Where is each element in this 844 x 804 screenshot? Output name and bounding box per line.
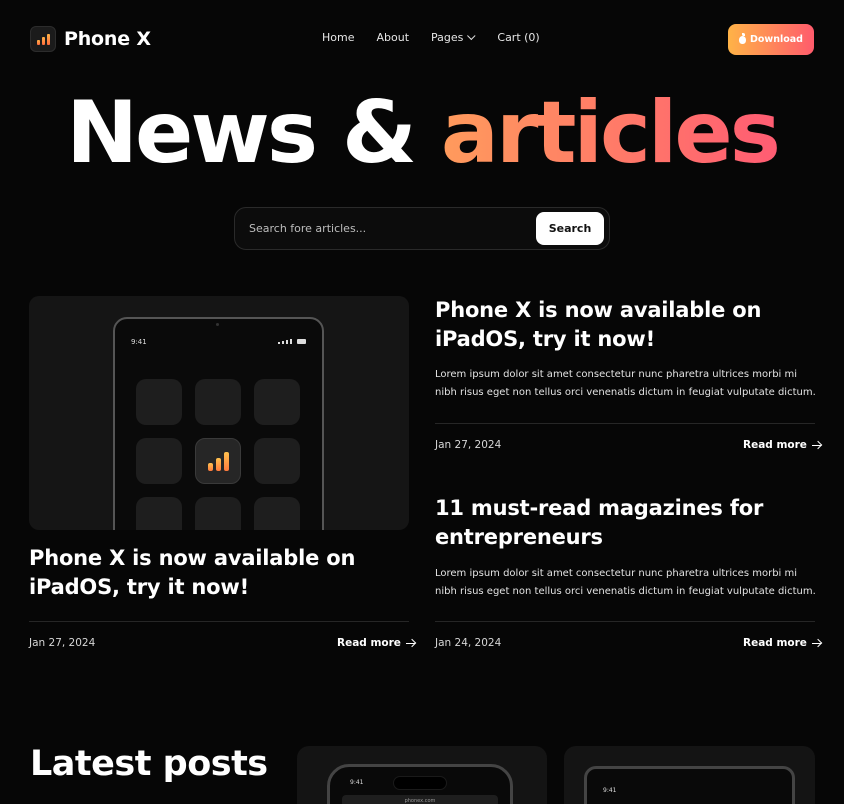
article-date: Jan 27, 2024 — [435, 439, 502, 451]
nav-pages[interactable]: Pages — [431, 31, 476, 44]
nav-cart[interactable]: Cart (0) — [497, 31, 539, 44]
app-icon — [195, 497, 241, 530]
chevron-down-icon — [467, 31, 476, 40]
app-icon — [195, 379, 241, 425]
featured-date: Jan 27, 2024 — [29, 637, 96, 649]
battery-icon — [297, 339, 306, 344]
app-grid — [136, 379, 300, 530]
tablet-mockup: 9:41 — [584, 766, 795, 804]
page-title: News & articles — [0, 90, 844, 176]
title-part-1: News & — [66, 83, 417, 183]
article-description: Lorem ipsum dolor sit amet consectetur n… — [435, 568, 816, 597]
post-card[interactable]: 9:41 phonex.com — [297, 746, 547, 804]
article-date: Jan 24, 2024 — [435, 637, 502, 649]
featured-image[interactable]: 9:41 — [29, 296, 409, 530]
status-icons — [278, 339, 306, 344]
brand-name: Phone X — [64, 28, 151, 50]
camera-dot — [216, 323, 219, 326]
search-input[interactable] — [249, 208, 529, 249]
title-part-2: articles — [440, 83, 781, 183]
device-time: 9:41 — [350, 779, 364, 786]
main-nav: Home About Pages Cart (0) — [322, 31, 540, 44]
device-time: 9:41 — [131, 338, 147, 346]
brand-logo[interactable]: Phone X — [30, 26, 151, 52]
app-icon — [136, 379, 182, 425]
article-title[interactable]: 11 must-read magazines for entrepreneurs — [435, 494, 815, 552]
arrow-right-icon — [811, 638, 822, 648]
article-read-more[interactable]: Read more — [743, 439, 822, 451]
arrow-right-icon — [405, 638, 416, 648]
nav-home[interactable]: Home — [322, 31, 354, 44]
featured-read-more[interactable]: Read more — [337, 637, 416, 649]
tablet-mockup: 9:41 — [113, 317, 324, 530]
featured-title[interactable]: Phone X is now available on iPadOS, try … — [29, 544, 409, 602]
arrow-right-icon — [811, 440, 822, 450]
download-button[interactable]: Download — [728, 24, 814, 55]
site-header: Phone X Home About Pages Cart (0) Downlo… — [0, 0, 844, 78]
post-card[interactable]: 9:41 — [564, 746, 815, 804]
section-title: Latest posts — [30, 744, 268, 784]
search-button[interactable]: Search — [536, 212, 604, 245]
divider — [29, 621, 409, 622]
article-title[interactable]: Phone X is now available on iPadOS, try … — [435, 296, 815, 354]
divider — [435, 423, 815, 424]
bar-chart-icon — [30, 26, 56, 52]
phone-mockup: 9:41 phonex.com — [327, 764, 513, 804]
app-icon — [136, 438, 182, 484]
apple-icon — [739, 32, 747, 44]
dynamic-island — [393, 776, 447, 790]
app-icon — [136, 497, 182, 530]
divider — [435, 621, 815, 622]
device-time: 9:41 — [603, 787, 617, 794]
article-description: Lorem ipsum dolor sit amet consectetur n… — [435, 369, 816, 398]
url-bar: phonex.com — [342, 795, 498, 804]
app-icon — [254, 379, 300, 425]
phone-x-app-icon — [195, 438, 241, 484]
search-bar: Search — [234, 207, 610, 250]
nav-about[interactable]: About — [376, 31, 409, 44]
app-icon — [254, 438, 300, 484]
article-read-more[interactable]: Read more — [743, 637, 822, 649]
app-icon — [254, 497, 300, 530]
